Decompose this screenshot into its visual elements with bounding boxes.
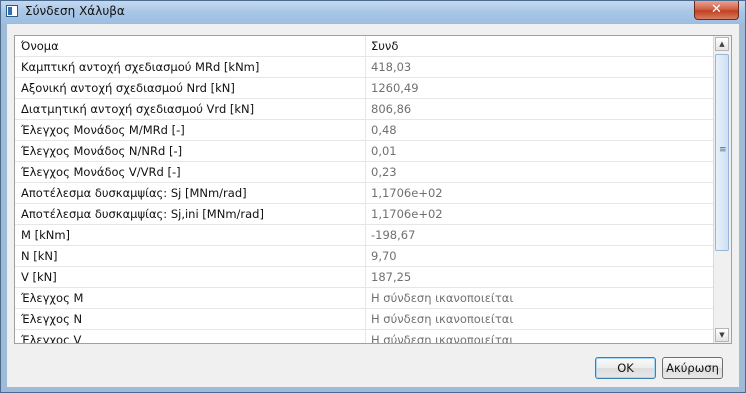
grip-icon: ≡ <box>719 145 727 155</box>
row-name: Έλεγχος N <box>21 312 83 326</box>
table-row[interactable]: Έλεγχος V Η σύνδεση ικανοποιείται <box>15 330 714 344</box>
row-value: Η σύνδεση ικανοποιείται <box>371 291 514 305</box>
table-row[interactable]: Έλεγχος Μονάδος V/VRd [-] 0,23 <box>15 162 714 183</box>
row-value: 9,70 <box>371 249 397 263</box>
column-header-name[interactable]: Όνομα <box>21 36 361 56</box>
app-icon <box>6 5 18 17</box>
row-name: Αξονική αντοχή σχεδιασμού Nrd [kN] <box>21 81 235 95</box>
row-value: 187,25 <box>371 270 412 284</box>
row-name: Καμπτική αντοχή σχεδιασμού MRd [kNm] <box>21 60 260 74</box>
row-value: -198,67 <box>371 228 416 242</box>
row-value: 1,1706e+02 <box>371 207 443 221</box>
column-header-value[interactable]: Συνδ <box>371 36 706 56</box>
table-row[interactable]: N [kN] 9,70 <box>15 246 714 267</box>
row-name: Έλεγχος M <box>21 291 84 305</box>
row-value: 1,1706e+02 <box>371 186 443 200</box>
table-row[interactable]: Αποτέλεσμα δυσκαμψίας: Sj [MNm/rad] 1,170… <box>15 183 714 204</box>
table-row[interactable]: Καμπτική αντοχή σχεδιασμού MRd [kNm] 418,… <box>15 57 714 78</box>
row-name: Έλεγχος Μονάδος V/VRd [-] <box>21 165 181 179</box>
table-row[interactable]: Διατμητική αντοχή σχεδιασμού Vrd [kN] 806… <box>15 99 714 120</box>
row-name: Έλεγχος Μονάδος N/NRd [-] <box>21 144 183 158</box>
row-value: 1260,49 <box>371 81 419 95</box>
table-row[interactable]: Έλεγχος Μονάδος N/NRd [-] 0,01 <box>15 141 714 162</box>
table-row[interactable]: Έλεγχος Μονάδος M/MRd [-] 0,48 <box>15 120 714 141</box>
row-value: 0,23 <box>371 165 397 179</box>
table-row[interactable]: Αποτέλεσμα δυσκαμψίας: Sj,ini [MNm/rad] 1… <box>15 204 714 225</box>
dialog-window: Σύνδεση Χάλυβα ✕ Όνομα Συνδ Καμπτική αντ… <box>0 0 746 393</box>
row-name: Αποτέλεσμα δυσκαμψίας: Sj [MNm/rad] <box>21 186 247 200</box>
vertical-scrollbar[interactable]: ▲ ≡ ▼ <box>713 36 731 343</box>
row-value: Η σύνδεση ικανοποιείται <box>371 312 514 326</box>
table-row[interactable]: M [kNm] -198,67 <box>15 225 714 246</box>
row-name: Έλεγχος Μονάδος M/MRd [-] <box>21 123 185 137</box>
row-name: Διατμητική αντοχή σχεδιασμού Vrd [kN] <box>21 102 255 116</box>
row-name: Αποτέλεσμα δυσκαμψίας: Sj,ini [MNm/rad] <box>21 207 264 221</box>
title-bar[interactable]: Σύνδεση Χάλυβα ✕ <box>1 1 745 23</box>
grid-header: Όνομα Συνδ <box>15 36 714 57</box>
row-value: 0,48 <box>371 123 397 137</box>
close-button[interactable]: ✕ <box>694 1 739 20</box>
row-name: M [kNm] <box>21 228 71 242</box>
cancel-button[interactable]: Ακύρωση <box>662 357 723 379</box>
row-value: Η σύνδεση ικανοποιείται <box>371 333 514 344</box>
row-value: 0,01 <box>371 144 397 158</box>
row-name: V [kN] <box>21 270 57 284</box>
scroll-down-icon[interactable]: ▼ <box>715 328 729 342</box>
table-row[interactable]: V [kN] 187,25 <box>15 267 714 288</box>
window-title: Σύνδεση Χάλυβα <box>25 4 125 18</box>
ok-button[interactable]: OK <box>595 357 656 379</box>
row-name: N [kN] <box>21 249 58 263</box>
dialog-body: Όνομα Συνδ Καμπτική αντοχή σχεδιασμού MR… <box>7 24 739 387</box>
scroll-up-icon[interactable]: ▲ <box>715 37 729 51</box>
table-row[interactable]: Έλεγχος M Η σύνδεση ικανοποιείται <box>15 288 714 309</box>
row-value: 806,86 <box>371 102 412 116</box>
table-row[interactable]: Έλεγχος N Η σύνδεση ικανοποιείται <box>15 309 714 330</box>
scroll-thumb[interactable]: ≡ <box>715 54 729 251</box>
row-name: Έλεγχος V <box>21 333 82 344</box>
table-row[interactable]: Αξονική αντοχή σχεδιασμού Nrd [kN] 1260,4… <box>15 78 714 99</box>
results-grid: Όνομα Συνδ Καμπτική αντοχή σχεδιασμού MR… <box>14 35 732 344</box>
row-value: 418,03 <box>371 60 412 74</box>
